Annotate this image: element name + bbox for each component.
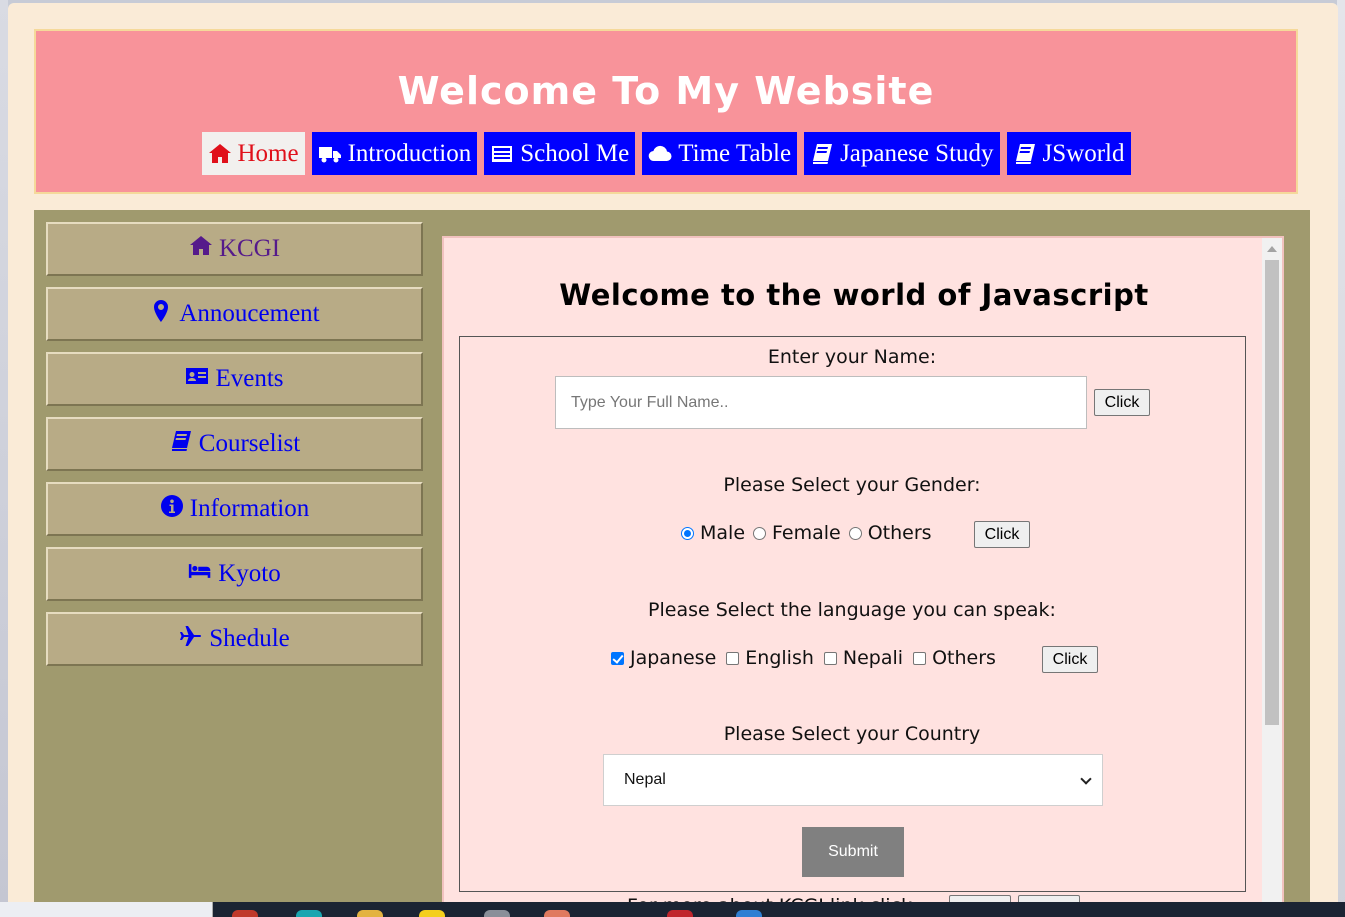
gender-option-male[interactable]: Male <box>681 522 745 544</box>
sidebar-item-kcgi[interactable]: KCGI <box>46 222 423 276</box>
language-option-label: Japanese <box>630 647 717 669</box>
nav-home-label: Home <box>237 139 299 167</box>
map-marker-icon <box>149 299 173 330</box>
gender-label: Please Select your Gender: <box>723 474 981 496</box>
language-option-english[interactable]: English <box>726 647 814 669</box>
gender-option-label: Female <box>772 522 841 544</box>
app-icon-2[interactable] <box>544 910 570 917</box>
taskbar-search-area[interactable] <box>0 902 213 917</box>
nav-japanese-study-label: Japanese Study <box>840 139 994 167</box>
sidebar-item-courselist[interactable]: Courselist <box>46 417 423 471</box>
nav-japanese-study[interactable]: Japanese Study <box>804 132 1000 175</box>
language-option-label: Others <box>932 647 996 669</box>
sidebar-item-information[interactable]: Information <box>46 482 423 536</box>
language-option-nepali[interactable]: Nepali <box>823 647 904 669</box>
id-card-icon <box>185 364 209 395</box>
cloud-icon <box>648 142 672 166</box>
language-click-button[interactable]: Click <box>1042 646 1098 673</box>
nav-time-table-label: Time Table <box>678 139 792 167</box>
info-circle-icon <box>160 494 184 525</box>
app-icon[interactable] <box>484 910 510 917</box>
gender-option-label: Others <box>867 522 932 544</box>
vscode-icon[interactable] <box>736 910 762 917</box>
name-label: Enter your Name: <box>767 346 937 368</box>
sidebar-item-label: Annoucement <box>179 300 320 327</box>
app-icon-3[interactable] <box>667 910 693 917</box>
scroll-thumb[interactable] <box>1265 260 1279 725</box>
chrome-icon[interactable] <box>232 910 258 917</box>
sidebar-item-label: Shedule <box>209 625 290 652</box>
checkbox-nepali[interactable] <box>823 651 837 665</box>
nav-introduction[interactable]: Introduction <box>311 132 478 175</box>
country-select[interactable]: Nepal <box>603 754 1103 806</box>
bed-icon <box>188 559 212 590</box>
nav-introduction-label: Introduction <box>347 139 472 167</box>
desktop-background-right <box>1337 0 1345 917</box>
edge-icon[interactable] <box>296 910 322 917</box>
gender-option-others[interactable]: Others <box>848 522 932 544</box>
language-option-label: English <box>745 647 814 669</box>
folder-icon[interactable] <box>357 910 383 917</box>
content-area: KCGI Annoucement Events Courselist Infor… <box>34 210 1310 917</box>
nav-jsworld-label: JSworld <box>1042 139 1125 167</box>
sidebar-item-shedule[interactable]: Shedule <box>46 612 423 666</box>
sidebar-item-label: Events <box>215 365 284 392</box>
javascript-frame: Welcome to the world of Javascript Enter… <box>442 236 1284 917</box>
gender-click-button[interactable]: Click <box>974 521 1030 548</box>
browser-page: Welcome To My Website Home Introduction … <box>8 3 1338 917</box>
nav-home[interactable]: Home <box>201 132 305 175</box>
checkbox-japanese[interactable] <box>611 651 624 665</box>
sidebar-item-annoucement[interactable]: Annoucement <box>46 287 423 341</box>
country-selected-value: Nepal <box>624 771 666 788</box>
language-options: Japanese English Nepali Others <box>611 647 1004 669</box>
nav-school-me-label: School Me <box>520 139 630 167</box>
sidebar-item-label: Courselist <box>198 430 301 457</box>
chevron-down-icon <box>1080 773 1092 785</box>
nav-jsworld[interactable]: JSworld <box>1006 132 1131 175</box>
truck-icon <box>318 142 342 166</box>
checkbox-others[interactable] <box>913 651 927 665</box>
sidebar-item-label: Kyoto <box>218 560 281 587</box>
page-title: Welcome to the world of Javascript <box>559 278 1149 312</box>
site-title: Welcome To My Website <box>397 69 935 113</box>
radio-female[interactable] <box>753 526 767 540</box>
sidebar-item-kyoto[interactable]: Kyoto <box>46 547 423 601</box>
nav-school-me[interactable]: School Me <box>484 132 636 175</box>
language-option-label: Nepali <box>842 647 904 669</box>
desktop-background-left <box>0 0 8 917</box>
gender-option-female[interactable]: Female <box>753 522 841 544</box>
radio-male[interactable] <box>681 526 694 540</box>
form-box: Enter your Name: Click Please Select you… <box>459 336 1246 892</box>
language-option-others[interactable]: Others <box>913 647 996 669</box>
scroll-up-arrow-icon[interactable] <box>1267 246 1277 252</box>
sidebar-item-label: Information <box>189 495 310 522</box>
newspaper-icon <box>490 142 514 166</box>
home-icon <box>189 234 213 265</box>
checkbox-english[interactable] <box>726 651 740 665</box>
site-header: Welcome To My Website Home Introduction … <box>34 29 1298 194</box>
gender-option-label: Male <box>700 522 746 544</box>
top-nav: Home Introduction School Me Time Table J… <box>36 132 1296 175</box>
sidebar-item-events[interactable]: Events <box>46 352 423 406</box>
book-icon <box>810 142 834 166</box>
plane-icon <box>179 624 203 655</box>
sticky-notes-icon[interactable] <box>419 910 445 917</box>
home-icon <box>208 142 232 166</box>
gender-options: Male Female Others <box>681 522 940 544</box>
sidebar: KCGI Annoucement Events Courselist Infor… <box>46 222 423 677</box>
submit-button[interactable]: Submit <box>802 827 904 877</box>
language-option-japanese[interactable]: Japanese <box>611 647 716 669</box>
sidebar-item-label: KCGI <box>218 235 281 262</box>
nav-time-table[interactable]: Time Table <box>642 132 798 175</box>
frame-scrollbar[interactable] <box>1262 238 1282 917</box>
name-input[interactable] <box>555 376 1087 429</box>
book-icon <box>169 429 193 460</box>
name-click-button[interactable]: Click <box>1094 389 1150 416</box>
language-label: Please Select the language you can speak… <box>648 599 1056 621</box>
os-taskbar <box>0 902 1345 917</box>
radio-others[interactable] <box>848 526 862 540</box>
book-icon <box>1013 142 1037 166</box>
country-label: Please Select your Country <box>723 723 981 745</box>
